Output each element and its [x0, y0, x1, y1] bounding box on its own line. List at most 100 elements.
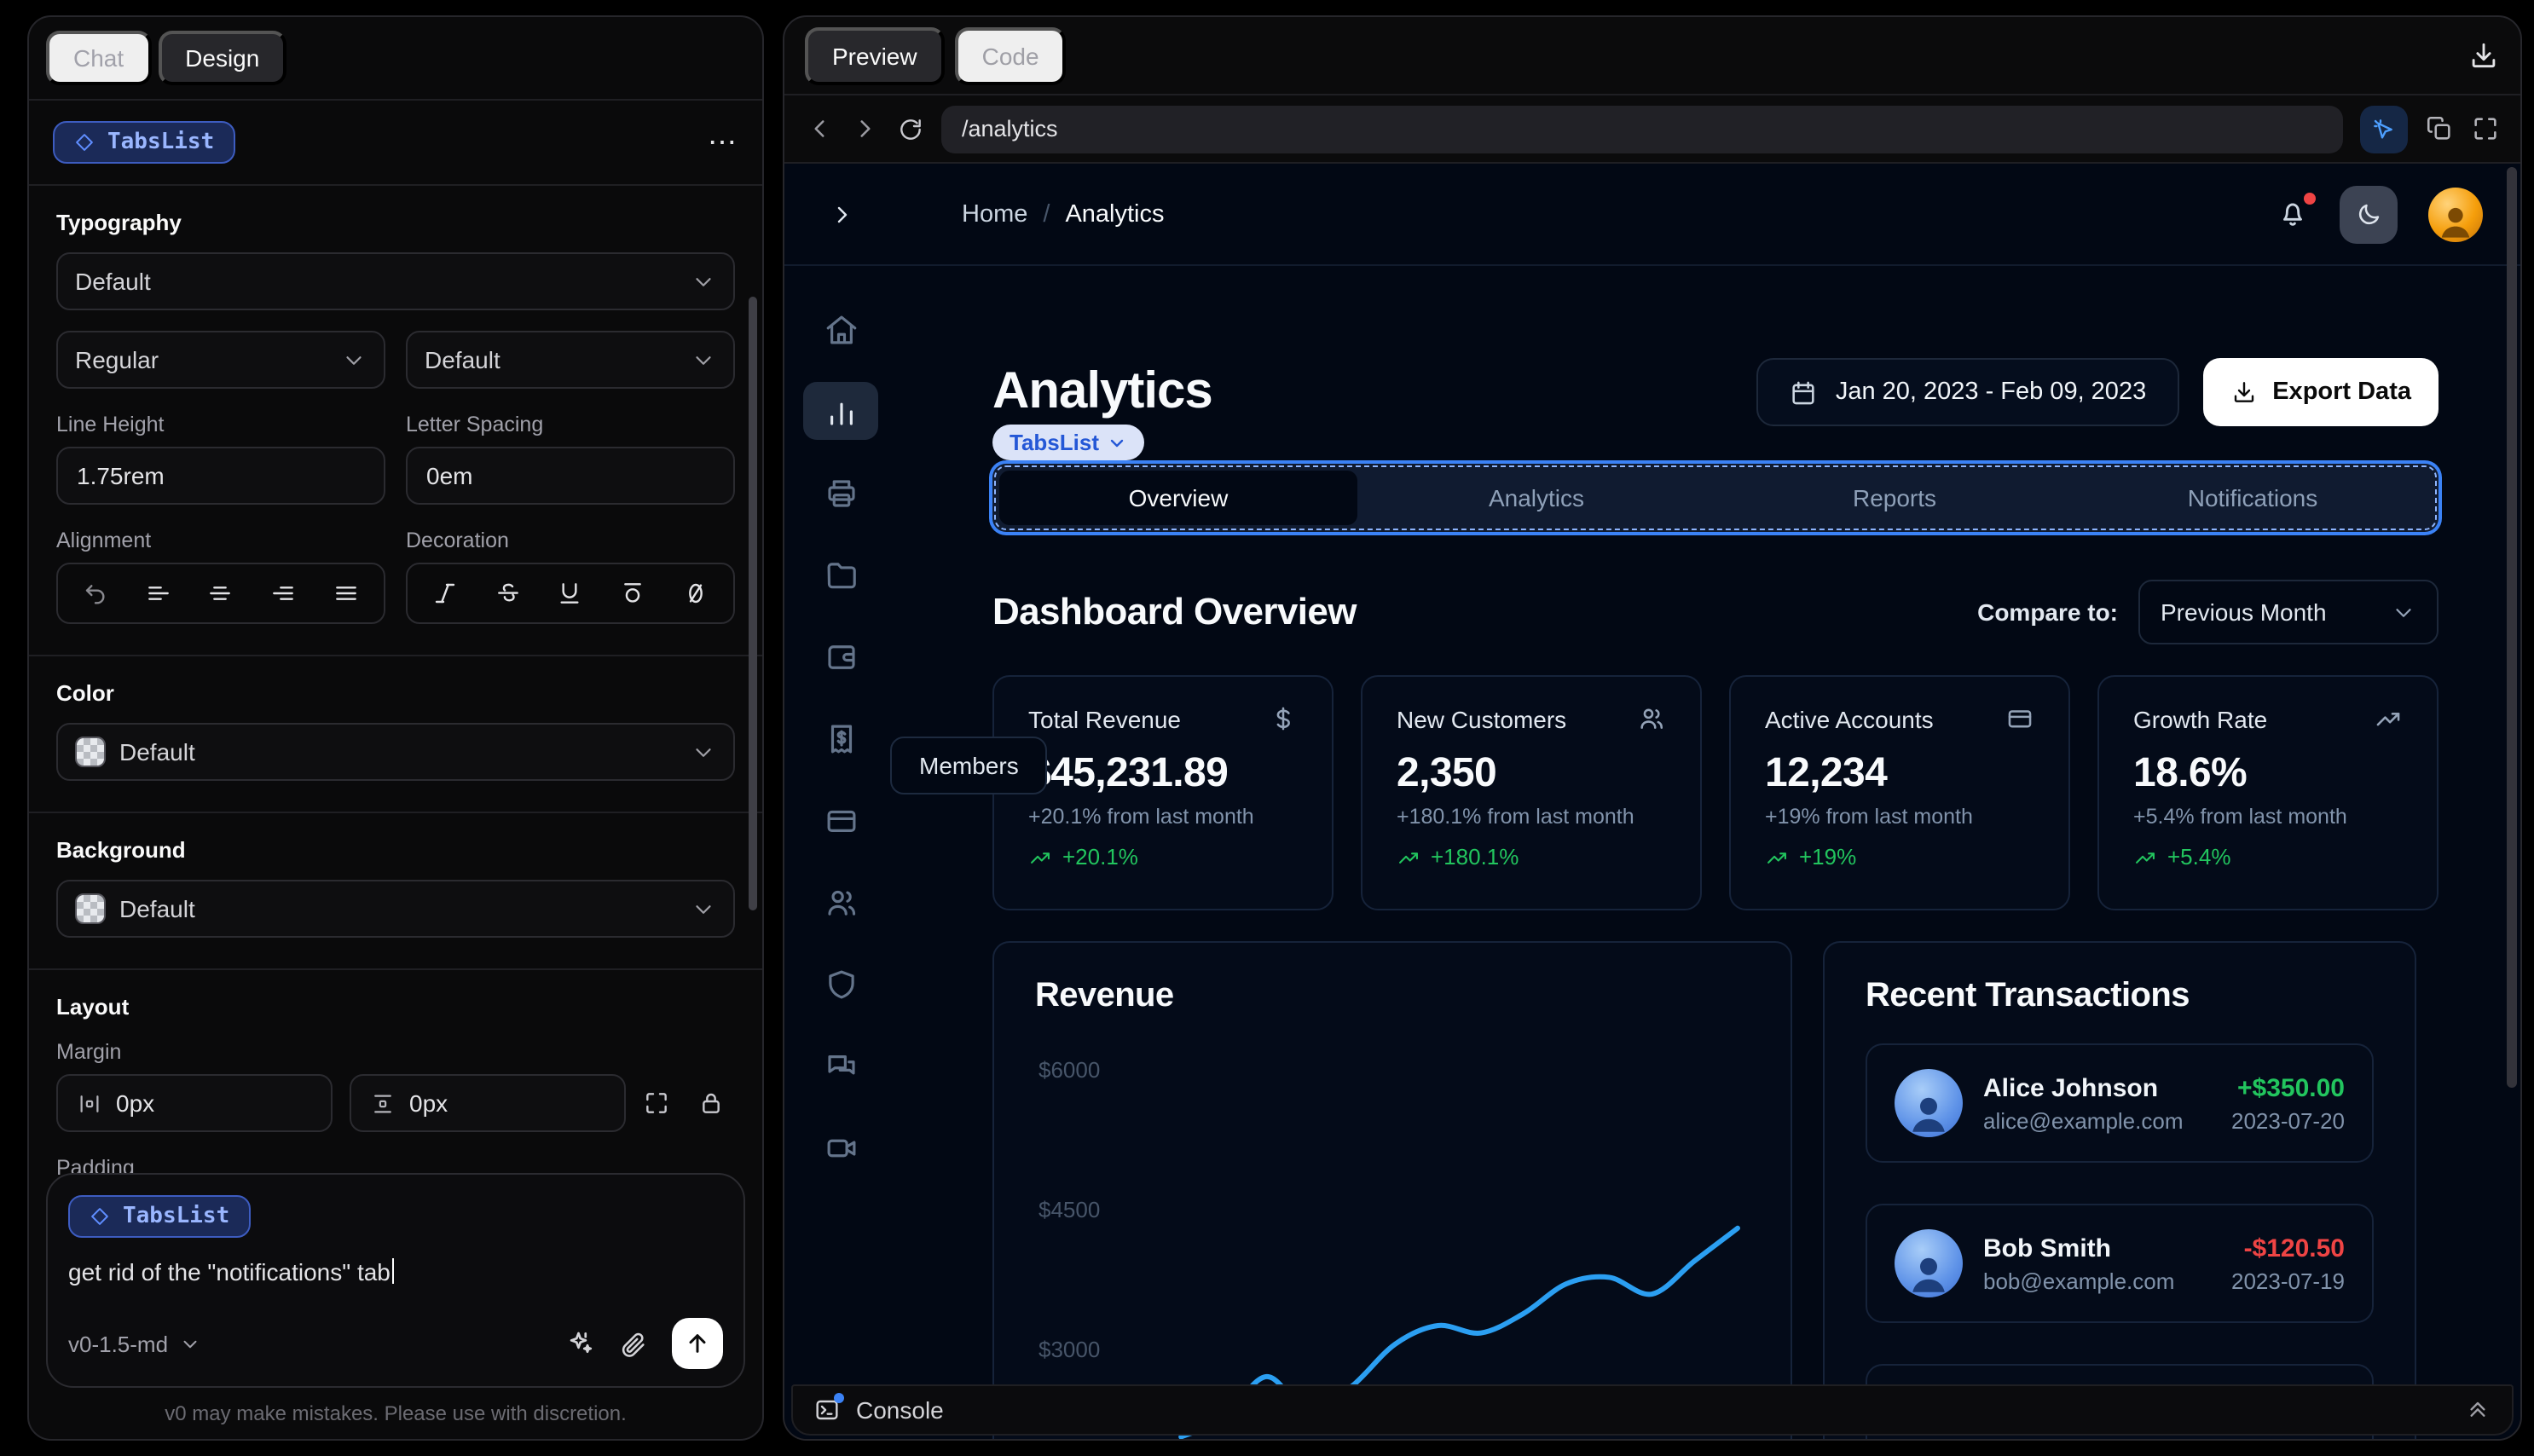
margin-x-input[interactable]: 0px	[56, 1074, 333, 1132]
stat-title: New Customers	[1397, 705, 1567, 732]
overline-button[interactable]	[619, 580, 646, 607]
selected-element-label: TabsList	[107, 130, 215, 155]
element-menu-button[interactable]: ⋯	[708, 125, 738, 159]
composer-chip-label: TabsList	[123, 1204, 230, 1229]
margin-expand-button[interactable]	[643, 1089, 680, 1117]
slash-zero-icon	[681, 580, 709, 607]
stat-subtext: +20.1% from last month	[1028, 805, 1254, 829]
sidebar-scrollbar[interactable]	[749, 297, 757, 910]
preview-panel: Preview Code /analytics Home / Analytics	[783, 15, 2522, 1441]
color-select[interactable]: Default	[56, 723, 735, 781]
selection-overlay-chip[interactable]: TabsList	[992, 425, 1143, 460]
background-select[interactable]: Default	[56, 880, 735, 938]
transaction-email: alice@example.com	[1983, 1107, 2184, 1133]
download-button[interactable]	[2467, 39, 2500, 72]
theme-toggle-button[interactable]	[2340, 185, 2398, 243]
select-element-mode-button[interactable]	[2360, 105, 2408, 153]
transaction-date: 2023-07-20	[2231, 1107, 2345, 1133]
font-family-select[interactable]: Default	[56, 252, 735, 310]
composer-element-chip[interactable]: TabsList	[68, 1195, 251, 1238]
console-expand-button[interactable]	[2464, 1396, 2491, 1424]
strikethrough-button[interactable]	[495, 580, 522, 607]
tab-chat[interactable]: Chat	[46, 31, 152, 85]
font-weight-select[interactable]: Regular	[56, 331, 385, 389]
tab-overview[interactable]: Overview	[999, 471, 1357, 525]
transaction-row[interactable]: Alice Johnson alice@example.com +$350.00…	[1866, 1043, 2374, 1163]
users-icon	[823, 884, 859, 920]
tab-design[interactable]: Design	[158, 31, 287, 85]
align-left-button[interactable]	[145, 580, 172, 607]
tab-notifications[interactable]: Notifications	[2074, 471, 2432, 525]
nav-cards[interactable]	[803, 791, 878, 849]
trending-up-icon	[2133, 845, 2157, 869]
export-data-button[interactable]: Export Data	[2202, 358, 2439, 426]
tab-preview[interactable]: Preview	[805, 26, 945, 84]
fullscreen-button[interactable]	[2471, 114, 2500, 143]
attach-file-button[interactable]	[619, 1329, 648, 1358]
stat-card-new-customers: New Customers 2,350 +180.1% from last mo…	[1361, 675, 1702, 910]
breadcrumb-home[interactable]: Home	[962, 200, 1027, 228]
line-height-input[interactable]: 1.75rem	[56, 447, 385, 505]
color-section: Color Default	[29, 656, 762, 813]
nav-video[interactable]	[803, 1118, 878, 1176]
nav-wallet[interactable]	[803, 627, 878, 685]
send-button[interactable]	[672, 1318, 723, 1369]
printer-icon	[823, 475, 859, 511]
underline-button[interactable]	[557, 580, 584, 607]
notification-badge	[2304, 193, 2316, 205]
nav-receipts[interactable]	[803, 709, 878, 767]
italic-icon	[432, 580, 460, 607]
align-center-button[interactable]	[207, 580, 234, 607]
nav-invoices[interactable]	[803, 464, 878, 522]
console-bar[interactable]: Console	[791, 1384, 2514, 1436]
compare-value: Previous Month	[2161, 598, 2327, 626]
font-weight-value: Regular	[75, 346, 159, 373]
nav-files[interactable]	[803, 546, 878, 604]
nav-home[interactable]	[803, 300, 878, 358]
transaction-row[interactable]: Bob Smith bob@example.com -$120.50 2023-…	[1866, 1204, 2374, 1323]
no-decoration-button[interactable]	[681, 580, 709, 607]
credit-card-icon	[2005, 704, 2034, 733]
nav-messages[interactable]	[803, 1037, 878, 1095]
selection-chip-label: TabsList	[1010, 430, 1099, 455]
chevron-down-icon	[691, 896, 716, 922]
forward-button[interactable]	[851, 114, 880, 143]
tab-code[interactable]: Code	[954, 26, 1067, 84]
url-input[interactable]: /analytics	[941, 105, 2343, 153]
compare-select[interactable]: Previous Month	[2138, 580, 2439, 644]
nav-members[interactable]	[803, 873, 878, 931]
folder-icon	[823, 557, 859, 592]
margin-y-input[interactable]: 0px	[350, 1074, 626, 1132]
transaction-name: Bob Smith	[1983, 1234, 2111, 1262]
nav-security[interactable]	[803, 955, 878, 1013]
prompt-input[interactable]: get rid of the "notifications" tab	[68, 1258, 723, 1286]
copy-button[interactable]	[2425, 114, 2454, 143]
align-right-button[interactable]	[269, 580, 297, 607]
back-button[interactable]	[805, 114, 834, 143]
nav-analytics[interactable]	[803, 382, 878, 440]
tab-analytics[interactable]: Analytics	[1357, 471, 1715, 525]
chat-composer[interactable]: TabsList get rid of the "notifications" …	[46, 1173, 745, 1388]
margin-lock-button[interactable]	[697, 1089, 735, 1117]
preview-scrollbar[interactable]	[2507, 167, 2517, 1088]
reset-alignment-button[interactable]	[83, 580, 110, 607]
italic-button[interactable]	[432, 580, 460, 607]
enhance-prompt-button[interactable]	[564, 1328, 595, 1359]
person-icon	[2433, 197, 2478, 241]
stat-value: 18.6%	[2133, 750, 2248, 796]
credit-card-icon	[823, 802, 859, 838]
font-size-select[interactable]: Default	[406, 331, 735, 389]
refresh-button[interactable]	[897, 115, 924, 142]
align-justify-button[interactable]	[332, 580, 359, 607]
model-select[interactable]: v0-1.5-md	[68, 1331, 200, 1356]
user-avatar[interactable]	[2428, 187, 2483, 241]
breadcrumb: Home / Analytics	[962, 200, 1165, 228]
notifications-button[interactable]	[2277, 193, 2316, 230]
tab-reports[interactable]: Reports	[1715, 471, 2074, 525]
selected-element-chip[interactable]: TabsList	[53, 121, 235, 164]
date-range-picker[interactable]: Jan 20, 2023 - Feb 09, 2023	[1756, 358, 2179, 426]
background-section: Background Default	[29, 813, 762, 970]
underline-icon	[557, 580, 584, 607]
letter-spacing-input[interactable]: 0em	[406, 447, 735, 505]
sidebar-expand-button[interactable]	[829, 200, 856, 228]
